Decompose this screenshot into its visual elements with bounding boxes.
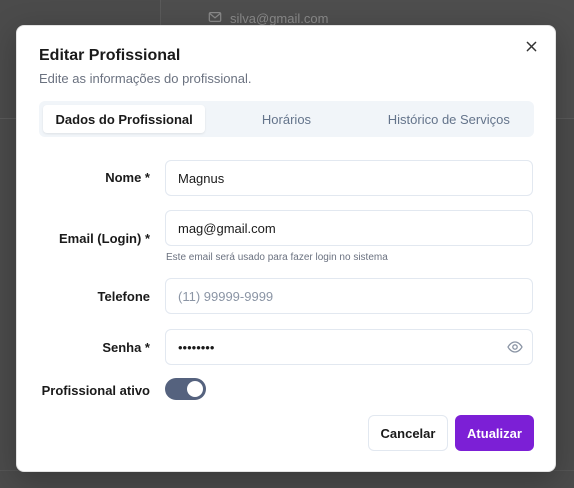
- tab-dados-profissional[interactable]: Dados do Profissional: [43, 105, 206, 133]
- dialog-title: Editar Profissional: [39, 47, 181, 64]
- email-hint: Este email será usado para fazer login n…: [166, 252, 388, 263]
- eye-icon[interactable]: [507, 339, 523, 355]
- dialog-subtitle: Edite as informações do profissional.: [39, 71, 252, 86]
- telefone-input[interactable]: [165, 278, 533, 314]
- background-email-text: silva@gmail.com: [230, 11, 329, 26]
- telefone-label: Telefone: [97, 289, 151, 304]
- toggle-knob: [187, 381, 203, 397]
- senha-input[interactable]: [165, 329, 533, 365]
- nome-label: Nome *: [105, 170, 150, 185]
- cancel-button[interactable]: Cancelar: [368, 415, 448, 451]
- tab-list: Dados do Profissional Horários Histórico…: [39, 101, 534, 137]
- ativo-label: Profissional ativo: [41, 383, 150, 398]
- tab-horarios[interactable]: Horários: [205, 105, 367, 133]
- tab-historico-servicos[interactable]: Histórico de Serviços: [368, 105, 530, 133]
- close-icon: [526, 39, 537, 57]
- update-button[interactable]: Atualizar: [455, 415, 534, 451]
- edit-professional-dialog: Editar Profissional Edite as informações…: [16, 25, 556, 472]
- email-input[interactable]: [165, 210, 533, 246]
- nome-input[interactable]: [165, 160, 533, 196]
- ativo-toggle[interactable]: [165, 378, 206, 400]
- close-button[interactable]: [523, 40, 539, 56]
- email-label: Email (Login) *: [59, 231, 150, 246]
- senha-label: Senha *: [102, 340, 150, 355]
